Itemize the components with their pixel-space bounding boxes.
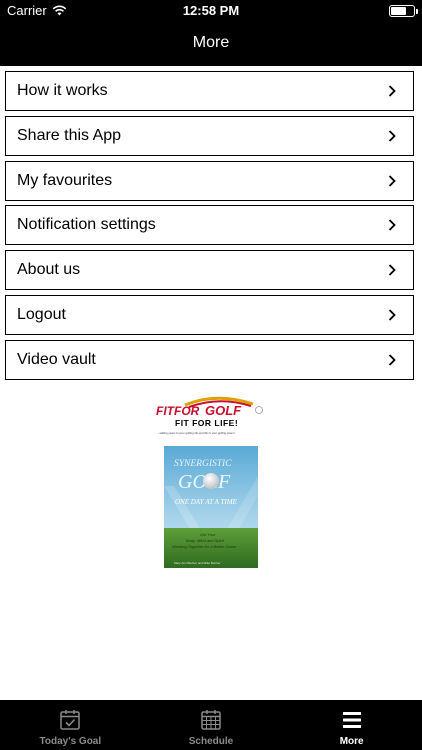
- tab-label: More: [339, 736, 364, 747]
- tab-label: Schedule: [188, 736, 234, 747]
- logo-tagline: FIT FOR LIFE!: [175, 418, 238, 428]
- chevron-right-icon: [388, 85, 396, 97]
- menu-item-label: Notification settings: [17, 216, 156, 234]
- calendar-grid-icon: [201, 710, 221, 730]
- chevron-right-icon: [388, 130, 396, 142]
- battery-icon: [389, 5, 418, 17]
- logo-brand-left: FITFOR: [156, 404, 200, 418]
- menu-item-share-this-app[interactable]: Share this App: [5, 115, 414, 156]
- synergistic-golf-book-cover: SYNERGISTIC GOLF ONE DAY AT A TIME Get Y…: [164, 446, 258, 568]
- tab-todays-goal[interactable]: Today's Goal: [0, 700, 141, 750]
- menu-item-how-it-works[interactable]: How it works: [5, 71, 414, 111]
- logo-subline: ...adding years to your golfing life and…: [157, 431, 235, 435]
- more-menu-list: How it works Share this App My favourite…: [5, 71, 414, 385]
- book-blurb-2: Body, Mind and Spirit: [186, 538, 225, 543]
- chevron-right-icon: [388, 219, 396, 232]
- tab-label: Today's Goal: [39, 736, 102, 747]
- menu-item-label: Video vault: [17, 350, 96, 368]
- menu-item-logout[interactable]: Logout: [5, 294, 414, 335]
- menu-item-label: Logout: [17, 305, 66, 323]
- chevron-right-icon: [388, 309, 396, 321]
- chevron-right-icon: [388, 174, 396, 187]
- menu-item-label: About us: [17, 261, 81, 279]
- menu-item-label: How it works: [17, 82, 108, 99]
- calendar-check-icon: [60, 710, 81, 730]
- hamburger-menu-icon: [342, 712, 361, 728]
- chevron-right-icon: [388, 354, 396, 366]
- tab-more[interactable]: More: [281, 700, 422, 750]
- menu-item-my-favourites[interactable]: My favourites: [5, 160, 414, 201]
- book-blurb-3: Working Together for a Better Game: [172, 544, 237, 549]
- menu-item-label: My favourites: [17, 171, 113, 189]
- chevron-right-icon: [388, 264, 396, 276]
- menu-item-label: Share this App: [17, 126, 122, 144]
- logo-brand-right: GOLF: [205, 403, 242, 418]
- top-bar: Carrier 12:58 PM More: [0, 0, 422, 66]
- tab-bar: Today's Goal Schedule More: [0, 700, 422, 750]
- menu-item-notification-settings[interactable]: Notification settings: [5, 205, 414, 246]
- status-time: 12:58 PM: [182, 3, 240, 18]
- menu-item-about-us[interactable]: About us: [5, 250, 414, 291]
- book-authors: Mary Ann Bucher and Mike Bucher: [174, 561, 220, 565]
- tab-schedule[interactable]: Schedule: [141, 700, 282, 750]
- fit-for-golf-logo: FITFOR GOLF FIT FOR LIFE! ...adding year…: [156, 396, 263, 435]
- status-bar: Carrier 12:58 PM: [0, 0, 422, 22]
- book-blurb-1: Get Your: [200, 532, 216, 537]
- book-subtitle: ONE DAY AT A TIME: [175, 498, 238, 506]
- page-title: More: [192, 34, 230, 51]
- book-title-1: SYNERGISTIC: [174, 459, 232, 469]
- menu-item-video-vault[interactable]: Video vault: [5, 339, 414, 380]
